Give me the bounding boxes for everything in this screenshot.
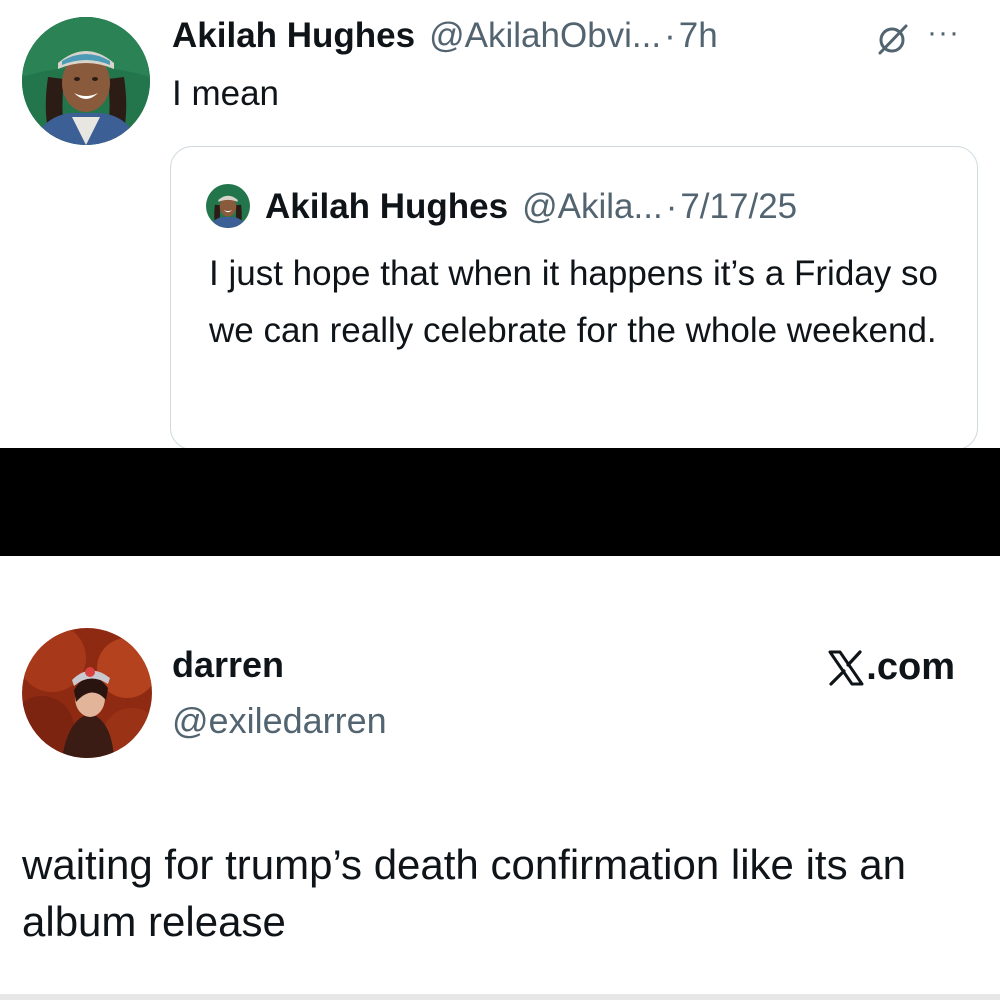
black-divider-bar (0, 448, 1000, 556)
x-com-text: .com (866, 646, 955, 688)
separator-dot: · (665, 187, 678, 226)
quoted-author-handle[interactable]: @Akila... (522, 187, 663, 227)
quoted-tweet-text: I just hope that when it happens it’s a … (209, 254, 938, 350)
darren-avatar[interactable] (22, 628, 152, 758)
screenshot-tweet-card[interactable]: darren @exiledarren .com waiting for tru… (0, 556, 1000, 1000)
quoted-tweet-date[interactable]: 7/17/25 (680, 187, 797, 227)
quoted-author-avatar[interactable] (206, 184, 250, 228)
bottom-edge (0, 994, 1000, 1000)
quoted-reply-tweet[interactable]: Akilah Hughes @AkilahObvi... · 7h ··· I … (0, 0, 1000, 450)
x-com-label: .com (827, 646, 955, 689)
more-icon[interactable]: ··· (927, 18, 960, 48)
author-name[interactable]: Akilah Hughes (172, 16, 415, 56)
author-handle[interactable]: @exiledarren (172, 700, 387, 742)
separator-dot: · (664, 16, 676, 55)
tweet-timestamp[interactable]: 7h (679, 16, 718, 56)
tweet-header: Akilah Hughes @AkilahObvi... · 7h (172, 14, 718, 58)
x-logo-icon (827, 649, 865, 687)
author-name[interactable]: darren (172, 644, 284, 686)
quoted-author-name[interactable]: Akilah Hughes (265, 187, 508, 227)
grok-icon[interactable] (876, 22, 910, 56)
quoted-tweet-header: Akilah Hughes @Akila... · 7/17/25 (265, 185, 797, 229)
author-handle[interactable]: @AkilahObvi... (429, 16, 661, 56)
quoted-tweet-card[interactable]: Akilah Hughes @Akila... · 7/17/25 I just… (170, 146, 978, 450)
akilah-avatar[interactable] (22, 17, 150, 145)
tweet-text: waiting for trump’s death confirmation l… (22, 841, 906, 945)
tweet-text: I mean (172, 74, 279, 113)
